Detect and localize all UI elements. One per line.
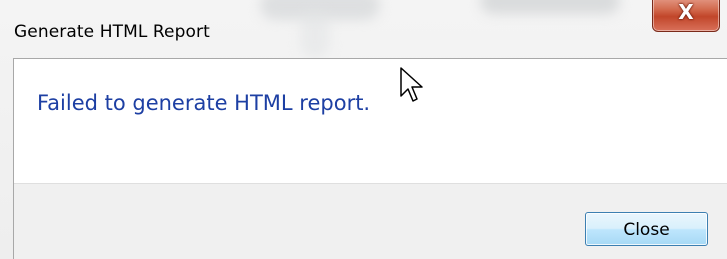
mouse-pointer-icon [400,67,423,102]
dialog-content: Failed to generate HTML report. Close [13,58,727,259]
glass-decoration [480,0,620,14]
title-close-button[interactable]: X [652,0,720,32]
button-bar: Close [14,183,727,259]
close-button[interactable]: Close [585,212,708,246]
title-bar[interactable]: Generate HTML Report X [0,0,727,58]
close-icon: X [678,0,694,24]
glass-decoration [300,10,330,58]
dialog-window: Generate HTML Report X Failed to generat… [0,0,727,259]
dialog-title: Generate HTML Report [14,22,210,42]
error-message: Failed to generate HTML report. [37,91,371,115]
message-area: Failed to generate HTML report. [14,59,727,183]
